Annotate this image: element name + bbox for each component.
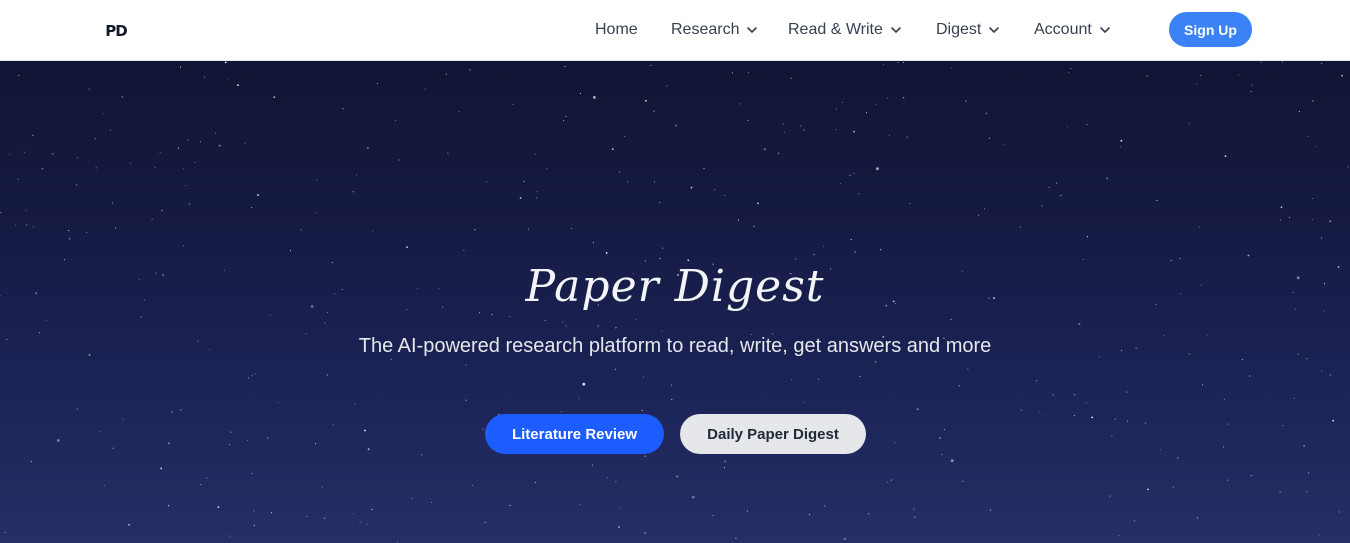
chevron-down-icon — [1100, 27, 1110, 33]
nav-research[interactable]: Research — [671, 19, 758, 41]
nav-read-write[interactable]: Read & Write — [788, 19, 902, 41]
nav-research-label: Research — [671, 21, 740, 38]
nav-account-label: Account — [1034, 21, 1092, 38]
nav-digest-label: Digest — [936, 21, 982, 38]
hero-title: Paper Digest — [525, 261, 825, 312]
literature-review-button[interactable]: Literature Review — [485, 414, 664, 454]
logo[interactable]: PD — [101, 16, 131, 46]
nav-home-label: Home — [595, 21, 638, 38]
nav-digest[interactable]: Digest — [936, 19, 1000, 41]
nav-home[interactable]: Home — [595, 19, 638, 41]
chevron-down-icon — [891, 27, 901, 33]
chevron-down-icon — [989, 27, 1000, 33]
hero-section: Paper Digest The AI-powered research pla… — [0, 61, 1350, 543]
nav-read-write-label: Read & Write — [788, 21, 883, 38]
hero-subtitle: The AI-powered research platform to read… — [358, 335, 992, 357]
signup-button[interactable]: Sign Up — [1169, 12, 1252, 47]
daily-paper-digest-button[interactable]: Daily Paper Digest — [680, 414, 866, 454]
top-navbar: PD Home Research Read & Write Digest Acc… — [0, 0, 1350, 61]
nav-account[interactable]: Account — [1034, 19, 1111, 41]
chevron-down-icon — [747, 27, 758, 33]
